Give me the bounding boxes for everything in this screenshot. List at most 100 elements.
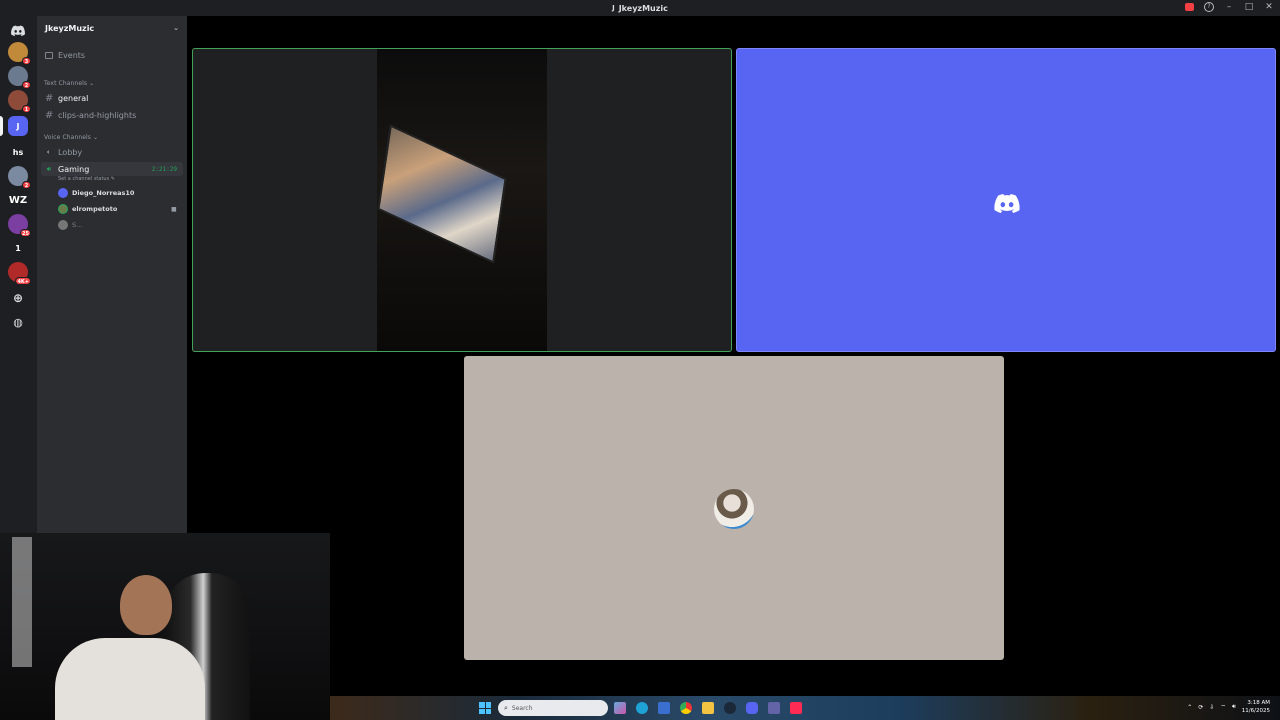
channel-label: Lobby [58, 147, 83, 157]
search-icon: ⌕ [504, 703, 508, 712]
voice-member[interactable]: Diego_Norreas10 [58, 187, 134, 199]
channel-label: Gaming [58, 164, 90, 174]
server-label: hs [12, 147, 24, 157]
streamer-webcam [0, 533, 330, 720]
server-icon-8[interactable]: 25 [8, 214, 31, 237]
voice-channels-category[interactable]: Voice Channels ⌄ [44, 134, 98, 141]
server-icon-3[interactable]: 1 [8, 90, 31, 113]
video-tile-placeholder[interactable] [736, 48, 1276, 352]
category-label: Text Channels [44, 80, 88, 87]
speaker-icon: 🔊︎ [46, 164, 52, 173]
member-name: elrompetoto [72, 205, 118, 213]
app-icon: J [612, 4, 615, 12]
server-icon-jkeyzmuzic[interactable]: J [8, 116, 28, 136]
discord-logo-icon [994, 194, 1020, 213]
taskbar-search[interactable]: ⌕ Search [498, 700, 608, 716]
window-title: JkeyzMuzic [618, 3, 668, 13]
server-header[interactable]: JkeyzMuzic ⌄ [37, 16, 187, 40]
server-icon-hs[interactable]: hs [8, 142, 28, 162]
taskbar-app-edge[interactable] [636, 702, 648, 714]
voice-member[interactable]: S... [58, 219, 82, 231]
server-icon-10[interactable]: 4K+ [8, 262, 31, 285]
channel-status-hint[interactable]: Set a channel status ✎ [58, 176, 115, 182]
person-head [120, 575, 172, 635]
wifi-icon[interactable]: ⌔ [1220, 703, 1226, 711]
home-button[interactable] [8, 20, 28, 40]
avatar [58, 204, 68, 214]
voice-channel-gaming[interactable]: 🔊︎ Gaming 2:21:29 [41, 162, 183, 176]
window-controls: ? – □ ✕ [1185, 2, 1274, 12]
server-name: JkeyzMuzic [45, 23, 95, 33]
calendar-icon [45, 51, 53, 59]
clock-date: 11/6/2025 [1241, 708, 1270, 714]
volume-icon[interactable]: 🔊︎ [1232, 703, 1236, 711]
discord-app: J JkeyzMuzic ? – □ ✕ 3 2 1 J hs 2 WZ 25 … [0, 0, 1280, 720]
avatar [58, 220, 68, 230]
active-server-indicator [0, 116, 3, 136]
taskbar-app-teams[interactable] [768, 702, 780, 714]
inbox-icon[interactable] [1185, 3, 1194, 11]
server-badge: 2 [22, 181, 31, 189]
system-tray: ⌃ ⟳ ⇩ ⌔ 🔊︎ 3:18 AM 11/6/2025 [1187, 699, 1270, 715]
video-stream [377, 49, 547, 351]
avatar [714, 489, 754, 529]
channel-clips-and-highlights[interactable]: # clips-and-highlights [41, 108, 183, 122]
channel-label: clips-and-highlights [58, 110, 137, 120]
speaker-icon: 🔈︎ [46, 147, 52, 156]
hash-icon: # [45, 92, 54, 104]
server-badge: 3 [22, 57, 31, 65]
help-icon[interactable]: ? [1204, 2, 1214, 12]
events-label: Events [58, 50, 86, 60]
channel-sidebar: JkeyzMuzic ⌄ Events Text Channels ⌄ # ge… [37, 16, 187, 536]
server-label: 1 [15, 243, 21, 253]
voice-channel-lobby[interactable]: 🔈︎ Lobby [41, 145, 183, 159]
voice-member[interactable]: elrompetoto ■ [58, 203, 177, 215]
maximize-button[interactable]: □ [1244, 2, 1254, 12]
download-icon[interactable]: ⇩ [1209, 704, 1214, 711]
server-rail: 3 2 1 J hs 2 WZ 25 1 4K+ ⊕ ◍ [0, 16, 37, 536]
wall-panel [12, 537, 32, 667]
close-button[interactable]: ✕ [1264, 2, 1274, 12]
discord-logo-icon [11, 25, 25, 36]
chevron-down-icon: ⌄ [173, 24, 179, 32]
clock[interactable]: 3:18 AM 11/6/2025 [1242, 699, 1270, 715]
taskbar-app-chrome[interactable] [680, 702, 692, 714]
server-label: J [16, 121, 20, 131]
clock-time: 3:18 AM [1247, 700, 1270, 706]
member-name: S... [72, 221, 83, 229]
events-item[interactable]: Events [41, 48, 183, 62]
server-icon-2[interactable]: 2 [8, 66, 31, 89]
server-icon-1[interactable]: 3 [8, 42, 31, 65]
server-label: WZ [8, 194, 28, 206]
taskbar-app-steam[interactable] [724, 702, 736, 714]
taskbar-app-discord[interactable] [746, 702, 758, 714]
text-channels-category[interactable]: Text Channels ⌄ [44, 80, 94, 87]
channel-general[interactable]: # general [41, 91, 183, 105]
call-timer: 2:21:29 [151, 165, 177, 173]
add-server-button[interactable]: ⊕ [8, 288, 28, 308]
status-hint-label: Set a channel status [58, 176, 110, 182]
windows-start-icon[interactable] [479, 702, 491, 714]
camera-icon: ■ [171, 205, 177, 213]
tv-screen [377, 124, 507, 264]
video-tile-screenshare[interactable] [192, 48, 732, 352]
hash-icon: # [45, 109, 54, 121]
sync-icon[interactable]: ⟳ [1198, 704, 1203, 711]
taskbar-app-store[interactable] [658, 702, 670, 714]
taskbar-app-tiktok[interactable] [790, 702, 802, 714]
server-icon-6[interactable]: 2 [8, 166, 31, 189]
taskbar-app-copilot[interactable] [614, 702, 626, 714]
windows-taskbar [330, 696, 1280, 720]
window-title-group: J JkeyzMuzic [612, 4, 668, 13]
chevron-up-icon[interactable]: ⌃ [1187, 704, 1192, 711]
person-body [55, 638, 205, 720]
minimize-button[interactable]: – [1224, 2, 1234, 12]
video-tile-avatar[interactable] [464, 356, 1004, 660]
channel-label: general [58, 93, 89, 103]
server-icon-1[interactable]: 1 [8, 238, 28, 258]
title-bar: J JkeyzMuzic ? – □ ✕ [0, 0, 1280, 16]
taskbar-app-explorer[interactable] [702, 702, 714, 714]
discover-button[interactable]: ◍ [8, 312, 28, 332]
server-badge: 1 [22, 105, 31, 113]
server-icon-wz[interactable]: WZ [8, 190, 28, 210]
